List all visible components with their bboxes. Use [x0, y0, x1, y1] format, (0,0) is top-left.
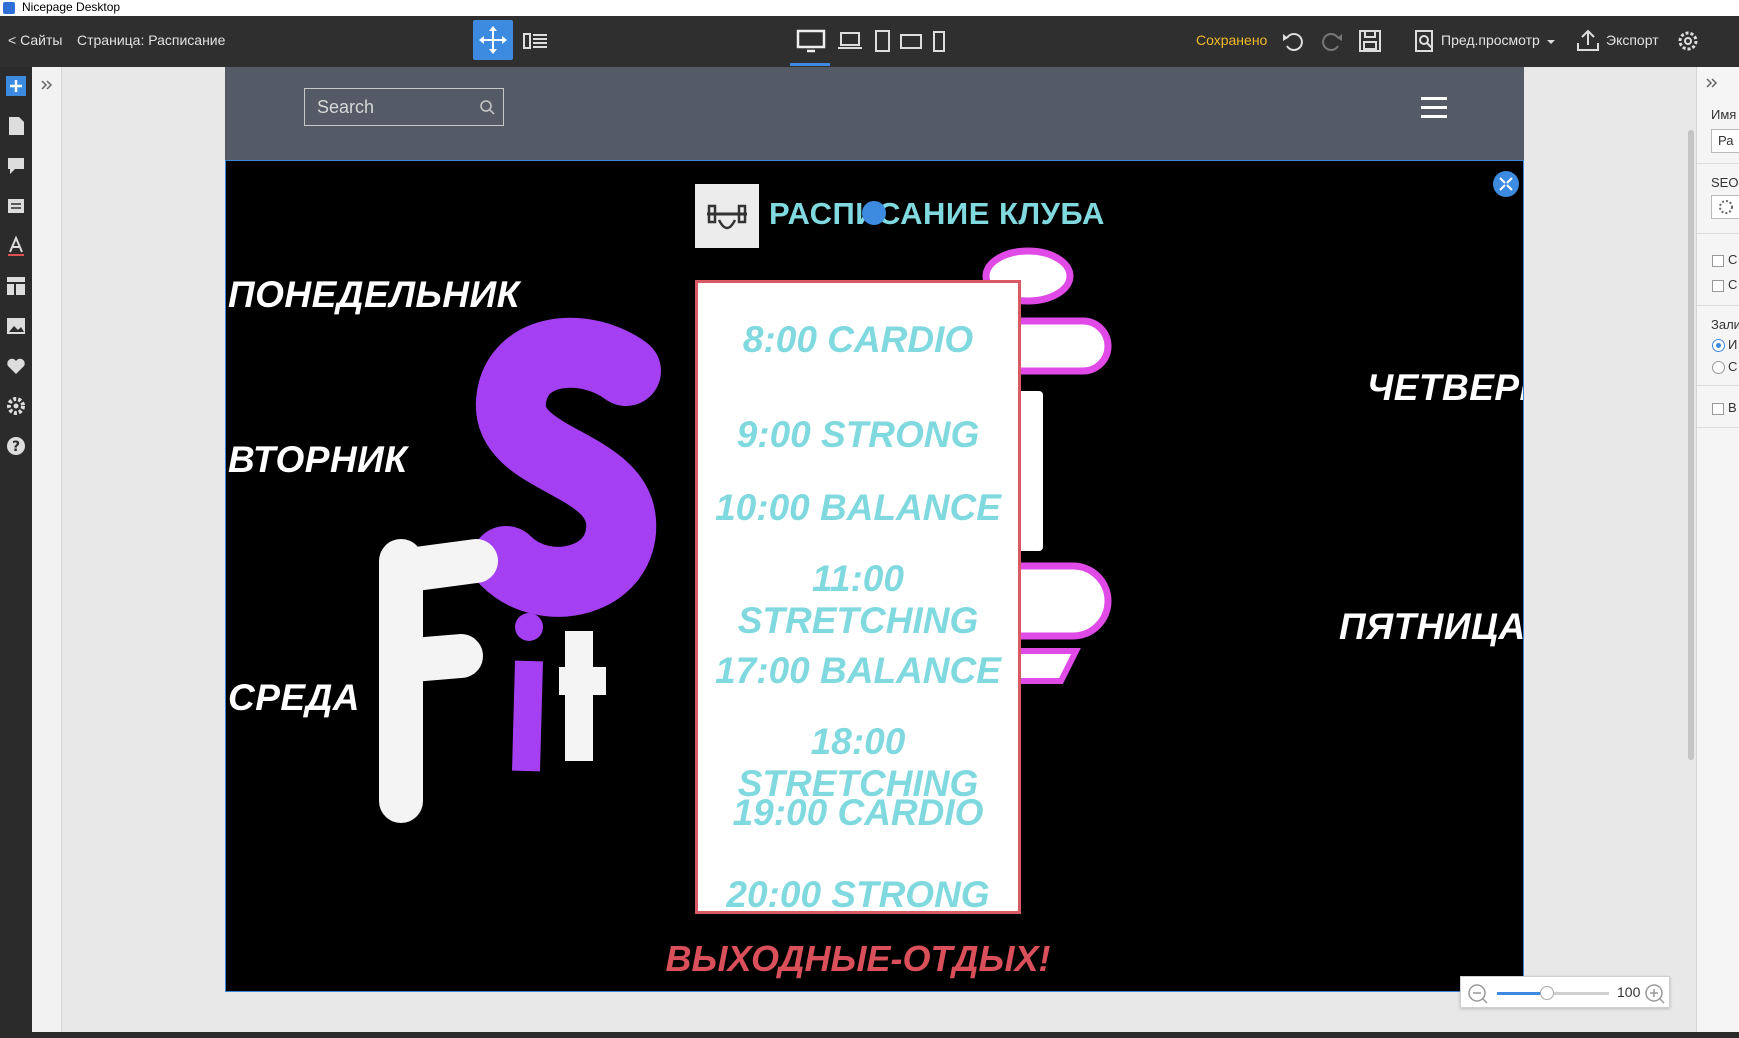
svg-text:?: ? [12, 439, 20, 455]
heart-icon[interactable] [5, 355, 27, 377]
export-icon[interactable] [1575, 28, 1603, 54]
panel-divider [1697, 233, 1739, 234]
day-thursday: ЧЕТВЕРГ [1367, 367, 1523, 408]
search-placeholder: Search [317, 97, 375, 117]
comments-icon[interactable] [5, 155, 27, 177]
schedule-box[interactable]: 8:00 CARDIO 9:00 STRONG 10:00 BALANCE 11… [695, 280, 1021, 915]
page-selector[interactable]: Страница: Расписание [77, 16, 225, 67]
chevron-down-icon[interactable] [1545, 28, 1557, 54]
pages-icon[interactable] [5, 115, 27, 137]
schedule-title: РАСПИСАНИЕ КЛУБА [769, 196, 1105, 231]
day-wednesday: СРЕДА [228, 677, 361, 718]
settings-icon[interactable] [5, 395, 27, 417]
site-header[interactable]: Search [225, 67, 1524, 160]
zoom-out-icon[interactable] [1467, 983, 1489, 1005]
option-checkbox-3-label: В [1728, 400, 1737, 415]
desktop-device-icon[interactable] [795, 28, 827, 54]
schedule-item: 9:00 STRONG [736, 414, 980, 455]
app-icon [3, 2, 15, 14]
zoom-in-icon[interactable] [1644, 983, 1666, 1005]
fill-radio-2-label: С [1728, 359, 1738, 374]
preview-button[interactable]: Пред.просмотр [1441, 16, 1540, 67]
gear-icon [1719, 200, 1733, 214]
back-to-sites-link[interactable]: < Сайты [8, 16, 62, 67]
images-icon[interactable] [5, 315, 27, 337]
laptop-device-icon[interactable] [836, 28, 864, 54]
phone-device-icon[interactable] [925, 28, 953, 54]
expand-panel-icon[interactable] [40, 79, 54, 91]
fill-label: Зали [1711, 317, 1739, 332]
add-element-icon[interactable] [5, 75, 27, 97]
layers-icon[interactable] [521, 28, 549, 54]
option-checkbox-1[interactable] [1712, 255, 1724, 267]
typography-icon[interactable] [5, 235, 27, 257]
image-handle-icon[interactable] [862, 201, 886, 225]
zoom-value: 100 [1617, 984, 1641, 1000]
window-titlebar: Nicepage Desktop [0, 0, 1739, 16]
redo-icon[interactable] [1318, 28, 1346, 54]
seo-settings-button[interactable] [1711, 195, 1739, 219]
page-name-field[interactable]: Ра [1711, 129, 1739, 153]
weekend-note: ВЫХОДНЫЕ-ОТДЫХ! [665, 938, 1051, 979]
export-button[interactable]: Экспорт [1606, 16, 1659, 67]
saved-status: Сохранено [1196, 32, 1268, 48]
blocks-icon[interactable] [5, 195, 27, 217]
cursor-move-icon [479, 26, 507, 54]
zoom-control: 100 [1460, 976, 1670, 1008]
zoom-slider-handle[interactable] [1540, 986, 1555, 1000]
schedule-item: 20:00 STRONG [726, 874, 990, 915]
day-tuesday: ВТОРНИК [228, 439, 408, 480]
fill-radio-1[interactable] [1712, 339, 1725, 352]
layout-icon[interactable] [5, 275, 27, 297]
status-strip [0, 1032, 1739, 1038]
undo-icon[interactable] [1279, 28, 1307, 54]
collapsed-left-panel [32, 67, 62, 1038]
dumbbell-icon [707, 204, 747, 230]
schedule-item: 19:00 CARDIO [732, 792, 984, 833]
hamburger-menu-icon[interactable] [1421, 97, 1447, 119]
schedule-item: 11:00 STRETCHING [737, 558, 979, 641]
option-checkbox-2-label: С [1728, 277, 1738, 292]
panel-divider [1697, 163, 1739, 164]
panel-divider [1697, 305, 1739, 306]
collapse-icon[interactable] [1493, 171, 1519, 197]
active-device-indicator [790, 63, 830, 66]
panel-divider [1697, 385, 1739, 386]
save-icon[interactable] [1356, 28, 1384, 54]
select-mode-button[interactable] [473, 20, 513, 60]
fill-radio-1-label: И [1728, 337, 1738, 352]
club-logo[interactable] [695, 184, 759, 248]
properties-panel: Имя Ра SEO С С Зали И С В [1696, 67, 1739, 1038]
left-toolbar: ? [0, 67, 32, 1038]
preview-icon[interactable] [1411, 28, 1439, 54]
schedule-item: 17:00 BALANCE [715, 650, 1001, 691]
search-input[interactable]: Search [304, 88, 504, 126]
hero-section[interactable]: РАСПИСАНИЕ КЛУБА ПОНЕДЕЛЬНИК ВТОРНИК СРЕ… [225, 160, 1524, 992]
search-icon[interactable] [479, 99, 495, 115]
tablet-device-icon[interactable] [868, 28, 896, 54]
day-friday: ПЯТНИЦА [1339, 606, 1524, 647]
collapse-panel-icon[interactable] [1705, 77, 1719, 89]
window-title: Nicepage Desktop [22, 0, 121, 14]
option-checkbox-1-label: С [1728, 252, 1738, 267]
tablet-landscape-device-icon[interactable] [898, 28, 926, 54]
name-label: Имя [1711, 107, 1737, 122]
schedule-item: 10:00 BALANCE [715, 487, 1001, 528]
top-toolbar: < Сайты Страница: Расписание Сохранено П… [0, 16, 1739, 67]
day-monday: ПОНЕДЕЛЬНИК [228, 274, 520, 315]
option-checkbox-3[interactable] [1712, 403, 1724, 415]
panel-divider [1697, 427, 1739, 428]
fill-radio-2[interactable] [1712, 361, 1725, 374]
seo-label: SEO [1711, 175, 1739, 190]
gear-icon[interactable] [1675, 28, 1703, 54]
canvas-scrollbar[interactable] [1688, 130, 1694, 760]
schedule-item: 8:00 CARDIO [742, 319, 974, 360]
help-icon[interactable]: ? [5, 435, 27, 457]
option-checkbox-2[interactable] [1712, 280, 1724, 292]
